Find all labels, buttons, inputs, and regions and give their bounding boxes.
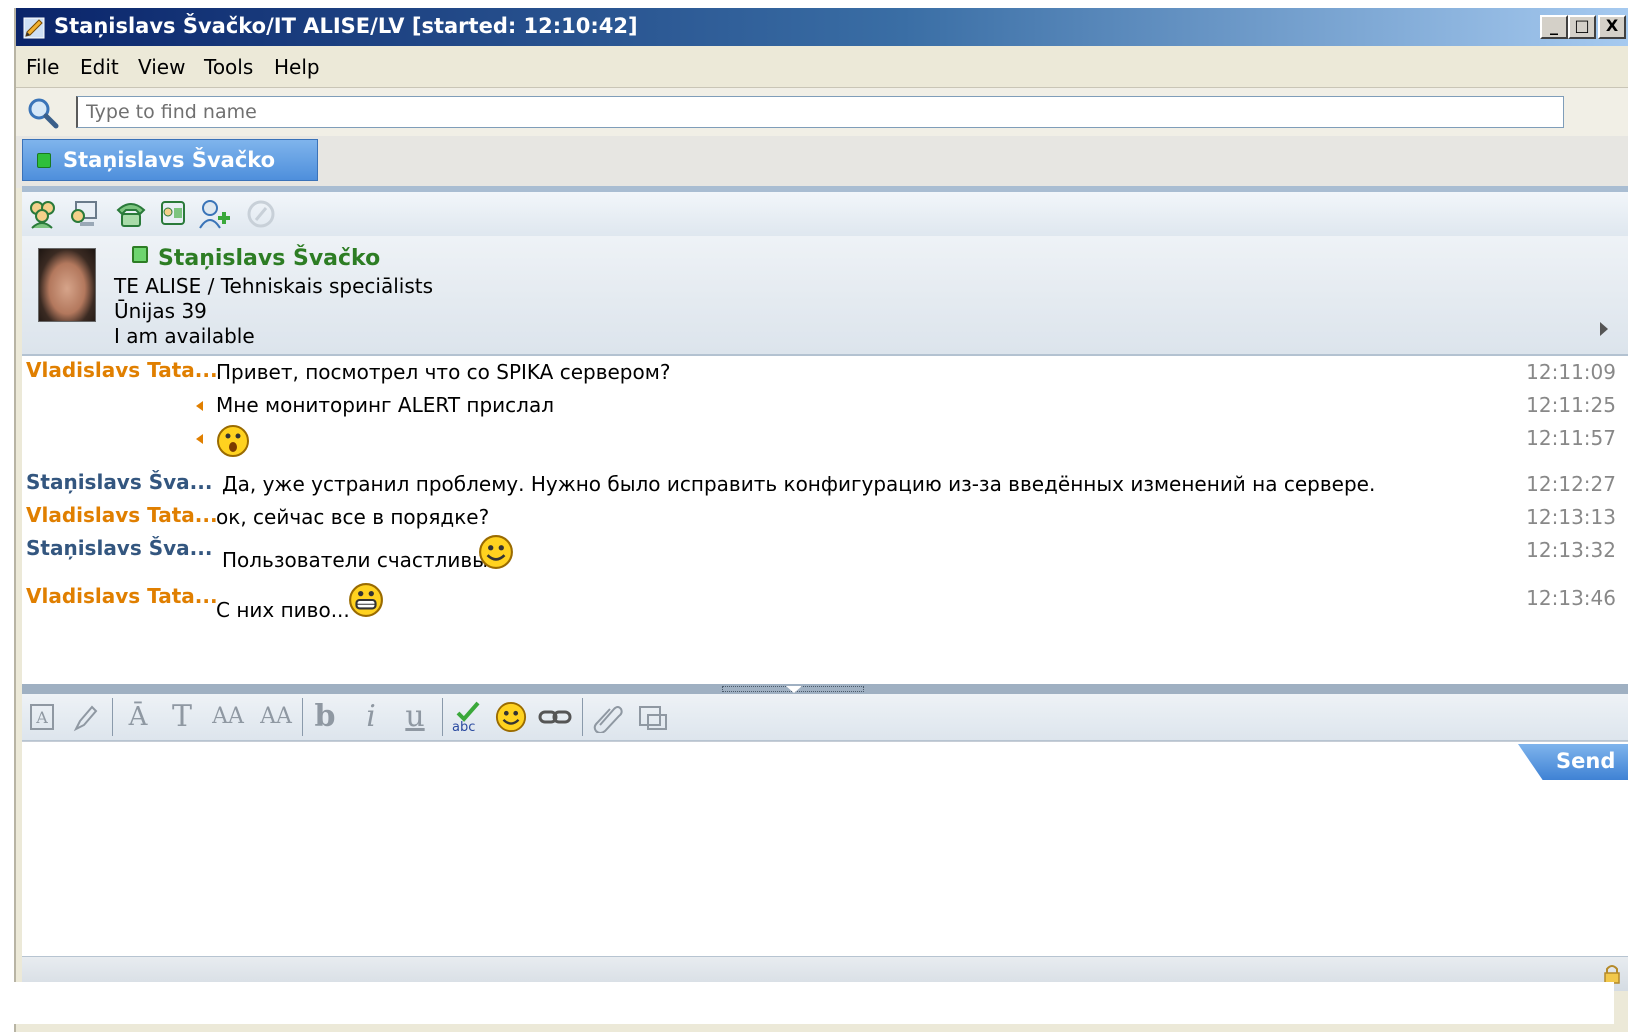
message-row: Staņislavs Šva... Пользователи счастливы… xyxy=(22,534,1628,580)
insert-screenshot-icon[interactable] xyxy=(636,701,670,733)
search-icon[interactable] xyxy=(26,97,60,129)
message-sender: Vladislavs Tata... xyxy=(26,503,218,527)
share-screen-icon[interactable] xyxy=(68,198,102,230)
collapse-arrow-icon[interactable] xyxy=(786,686,802,693)
maximize-button[interactable]: □ xyxy=(1568,15,1596,39)
close-button[interactable]: X xyxy=(1598,15,1626,39)
transfer-disabled-icon xyxy=(247,200,275,228)
menu-edit[interactable]: Edit xyxy=(80,55,119,79)
expand-arrow-icon[interactable] xyxy=(1600,322,1608,336)
attach-file-icon[interactable] xyxy=(590,701,624,733)
tab-label: Staņislavs Švačko xyxy=(63,148,276,172)
message-sender: Staņislavs Šva... xyxy=(26,470,213,494)
chat-window: Staņislavs Švačko/IT ALISE/LV [started: … xyxy=(14,8,1628,1032)
message-row: Vladislavs Tata... Привет, посмотрел что… xyxy=(22,356,1628,388)
underline-icon[interactable]: u xyxy=(402,701,428,733)
font-color-icon[interactable]: Ā xyxy=(120,701,156,733)
message-compose-area[interactable]: Send xyxy=(22,741,1628,957)
tab-conversation[interactable]: Staņislavs Švačko xyxy=(22,139,318,181)
continuation-arrow-icon xyxy=(196,434,203,444)
message-row: Мне мониторинг ALERT прислал 12:11:25 xyxy=(22,389,1628,421)
online-status-icon xyxy=(37,153,51,168)
continuation-arrow-icon xyxy=(196,401,203,411)
message-time: 12:13:46 xyxy=(1526,586,1616,610)
highlight-icon[interactable] xyxy=(70,701,98,733)
menu-tools[interactable]: Tools xyxy=(204,55,253,79)
conversation-tabs: Staņislavs Švačko xyxy=(16,136,1628,188)
text-style-icon[interactable]: T xyxy=(168,701,196,733)
spellcheck-icon[interactable]: abc xyxy=(450,701,484,733)
send-button[interactable]: Send xyxy=(1518,744,1628,780)
menu-bar: File Edit View Tools Help xyxy=(16,46,1628,86)
svg-text:abc: abc xyxy=(452,720,475,733)
menu-view[interactable]: View xyxy=(138,55,185,79)
bold-icon[interactable]: b xyxy=(312,701,338,733)
contact-department: TE ALISE / Tehniskais speciālists xyxy=(114,274,434,298)
add-contact-icon[interactable] xyxy=(198,198,232,230)
smile-emoticon-icon xyxy=(479,535,513,569)
contact-name-text: Staņislavs Švačko xyxy=(158,246,381,271)
message-time: 12:11:25 xyxy=(1526,393,1616,417)
message-text: ок, сейчас все в порядке? xyxy=(216,505,490,529)
toolbar-separator xyxy=(582,698,583,736)
phone-call-icon[interactable] xyxy=(114,198,148,230)
pane-splitter[interactable] xyxy=(22,684,1628,694)
search-row xyxy=(16,87,1628,137)
message-text: Мне мониторинг ALERT прислал xyxy=(216,393,554,417)
toolbar-separator xyxy=(112,698,113,736)
message-row: Vladislavs Tata... ок, сейчас все в поря… xyxy=(22,501,1628,533)
send-button-label: Send xyxy=(1556,749,1616,773)
title-bar: Staņislavs Švačko/IT ALISE/LV [started: … xyxy=(16,8,1628,46)
group-chat-icon[interactable] xyxy=(26,198,60,230)
message-text: С них пиво... xyxy=(216,598,350,622)
meeting-icon[interactable] xyxy=(156,198,190,230)
online-status-icon xyxy=(132,246,148,263)
link-icon[interactable] xyxy=(536,701,574,733)
grin-emoticon-icon xyxy=(349,583,383,617)
message-row: Staņislavs Šva... Да, уже устранил пробл… xyxy=(22,468,1628,500)
message-sender: Vladislavs Tata... xyxy=(26,584,218,608)
action-toolbar xyxy=(22,192,1628,237)
message-text: Привет, посмотрел что со SPIKA сервером? xyxy=(216,360,671,384)
message-text: Пользователи счастливы xyxy=(222,548,488,572)
contact-status: I am available xyxy=(114,324,255,348)
shrink-font-icon[interactable]: AA xyxy=(256,701,296,733)
italic-icon[interactable]: i xyxy=(358,701,384,733)
menu-help[interactable]: Help xyxy=(274,55,320,79)
toolbar-separator xyxy=(302,698,303,736)
pencil-app-icon xyxy=(23,17,45,39)
message-text xyxy=(216,424,250,458)
toolbar-separator xyxy=(442,698,443,736)
surprised-emoticon-icon xyxy=(217,425,249,457)
message-text: Да, уже устранил проблему. Нужно было ис… xyxy=(222,472,1376,496)
contact-card: Staņislavs Švačko TE ALISE / Tehniskais … xyxy=(22,236,1628,356)
chat-transcript: Vladislavs Tata... Привет, посмотрел что… xyxy=(22,356,1628,684)
message-row: Vladislavs Tata... С них пиво... 12:13:4… xyxy=(22,582,1628,628)
message-sender: Vladislavs Tata... xyxy=(26,358,218,382)
message-time: 12:12:27 xyxy=(1526,472,1616,496)
search-input[interactable] xyxy=(76,96,1564,128)
grow-font-icon[interactable]: AA xyxy=(208,701,248,733)
message-time: 12:13:13 xyxy=(1526,505,1616,529)
contact-avatar xyxy=(38,248,96,322)
message-time: 12:13:32 xyxy=(1526,538,1616,562)
window-title: Staņislavs Švačko/IT ALISE/LV [started: … xyxy=(54,14,638,38)
message-sender: Staņislavs Šva... xyxy=(26,536,213,560)
desktop-background xyxy=(0,982,1614,1024)
message-time: 12:11:09 xyxy=(1526,360,1616,384)
contact-address: Ūnijas 39 xyxy=(114,299,207,323)
message-time: 12:11:57 xyxy=(1526,426,1616,450)
contact-name[interactable]: Staņislavs Švačko xyxy=(132,246,380,271)
svg-text:A: A xyxy=(35,708,48,727)
font-icon[interactable]: A xyxy=(28,701,56,733)
formatting-toolbar: A Ā T AA AA b i u abc xyxy=(22,694,1628,741)
minimize-button[interactable]: _ xyxy=(1540,15,1568,39)
emoticon-picker-icon[interactable] xyxy=(494,701,528,733)
message-row: 12:11:57 xyxy=(22,422,1628,462)
menu-file[interactable]: File xyxy=(26,55,59,79)
